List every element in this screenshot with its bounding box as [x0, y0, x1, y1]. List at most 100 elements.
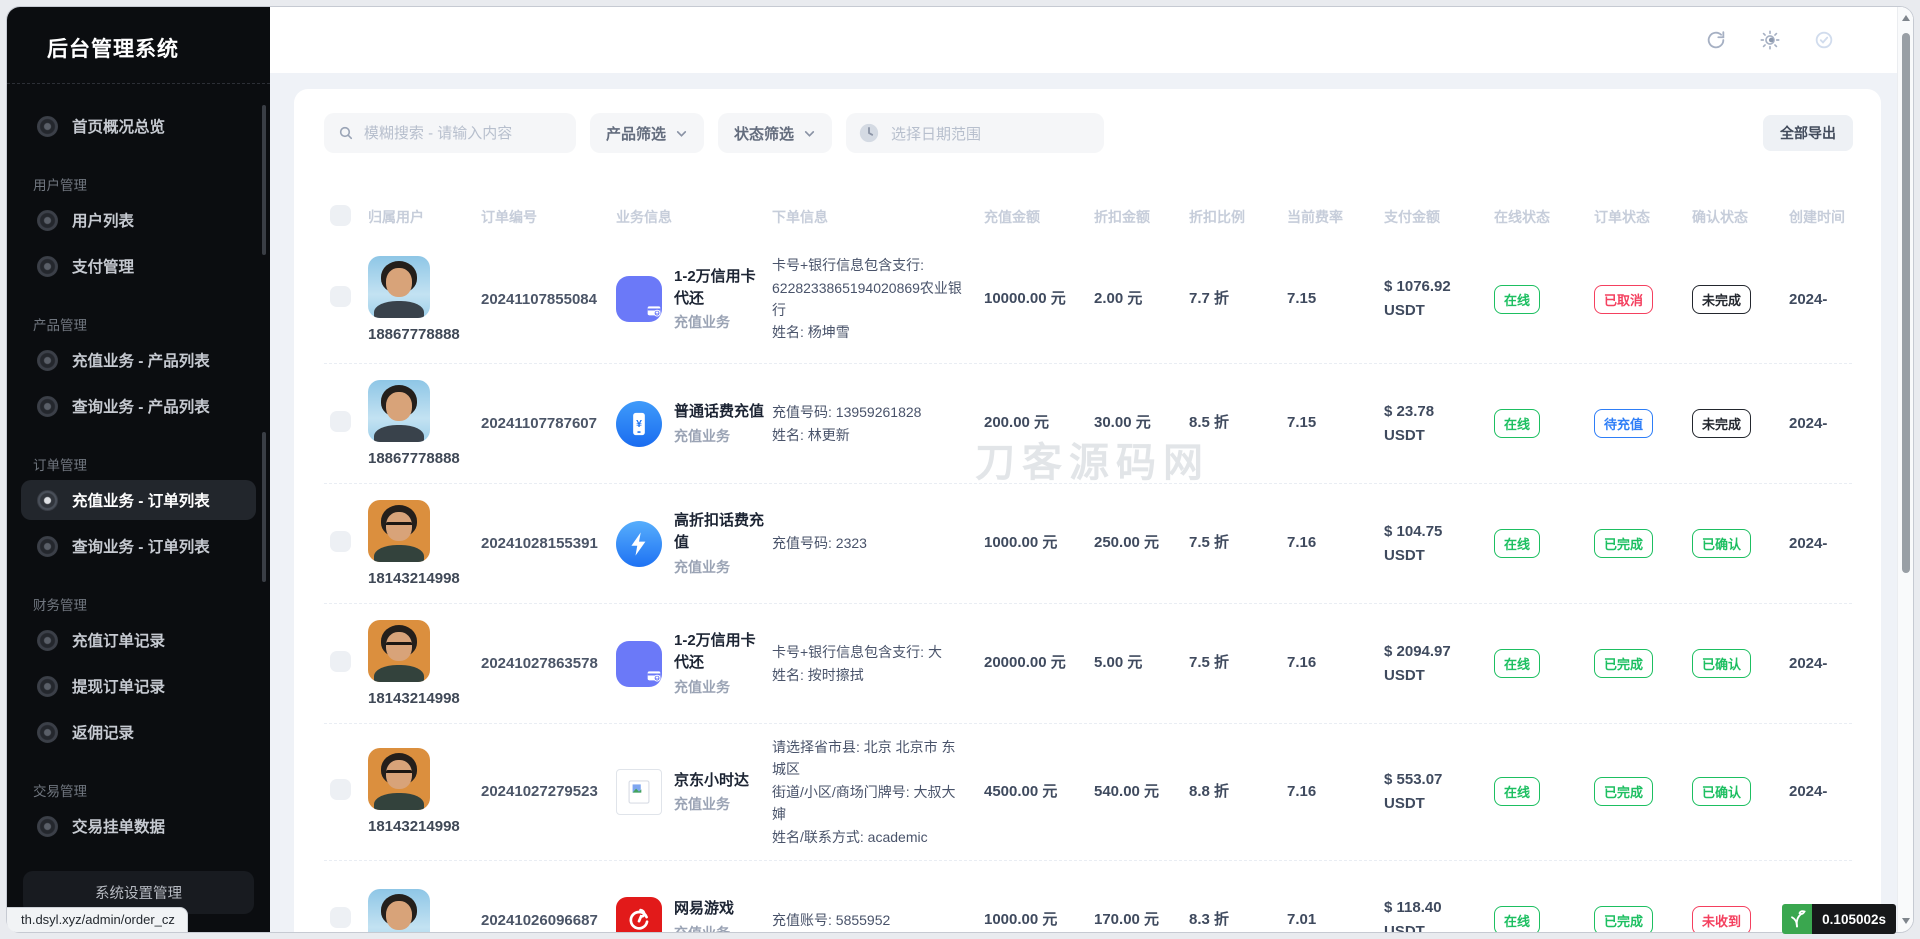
disc-icon — [37, 536, 58, 557]
select-all-checkbox[interactable] — [330, 205, 351, 226]
discount-ratio: 8.8 折 — [1189, 781, 1287, 804]
svg-text:¥: ¥ — [636, 417, 642, 429]
status-filter-select[interactable]: 状态筛选 — [718, 113, 832, 153]
search-input[interactable] — [364, 125, 562, 142]
order-info-line: 姓名: 按时擦拭 — [772, 664, 968, 686]
disc-icon — [37, 676, 58, 697]
user-avatar — [368, 380, 430, 442]
sidebar-item-label: 充值订单记录 — [72, 629, 165, 651]
order-info-line: 充值号码: 2323 — [772, 532, 968, 554]
business-category: 充值业务 — [674, 426, 764, 446]
disc-icon — [37, 816, 58, 837]
disc-icon — [37, 396, 58, 417]
sidebar-section-label: 订单管理 — [33, 454, 256, 474]
business-category: 充值业务 — [674, 677, 764, 697]
recharge-amount: 20000.00 元 — [984, 652, 1094, 675]
netease-icon — [616, 897, 662, 933]
sidebar-item-label: 充值业务 - 产品列表 — [72, 349, 210, 371]
scroll-down-arrow-icon[interactable] — [1902, 918, 1910, 924]
online-status-badge: 在线 — [1494, 529, 1540, 558]
search-icon — [338, 124, 354, 142]
user-avatar — [368, 500, 430, 562]
status-filter-label: 状态筛选 — [734, 123, 794, 144]
sidebar-item[interactable]: 返佣记录 — [21, 712, 256, 752]
card-icon — [616, 641, 662, 687]
row-checkbox[interactable] — [330, 411, 351, 432]
app-title: 后台管理系统 — [7, 7, 270, 83]
chevron-down-icon — [803, 127, 816, 140]
sidebar-item[interactable]: 首页概况总览 — [21, 106, 256, 146]
disc-icon — [37, 490, 58, 511]
sidebar-item[interactable]: 交易挂单数据 — [21, 806, 256, 846]
sidebar: 后台管理系统 首页概况总览用户管理用户列表支付管理产品管理充值业务 - 产品列表… — [7, 7, 270, 932]
sidebar-item[interactable]: 充值业务 - 订单列表 — [21, 480, 256, 520]
order-info-line: 充值账号: 5855952 — [772, 909, 968, 931]
user-phone: 18143214998 — [368, 570, 471, 587]
discount-amount: 30.00 元 — [1094, 412, 1189, 435]
order-number: 20241028155391 — [481, 535, 616, 552]
pay-amount: $ 118.40USDT — [1384, 896, 1494, 933]
check-circle-icon[interactable] — [1813, 29, 1835, 51]
sidebar-scrollbar-thumb[interactable] — [262, 432, 266, 582]
row-checkbox[interactable] — [330, 907, 351, 928]
created-time: 2024- — [1789, 415, 1852, 432]
pay-amount: $ 104.75USDT — [1384, 520, 1494, 568]
row-checkbox[interactable] — [330, 531, 351, 552]
order-number: 20241107787607 — [481, 415, 616, 432]
load-time-value: 0.105002s — [1812, 904, 1896, 934]
refresh-icon[interactable] — [1705, 29, 1727, 51]
user-avatar — [368, 620, 430, 682]
current-rate: 7.16 — [1287, 781, 1384, 804]
column-header: 当前费率 — [1287, 207, 1384, 227]
user-avatar — [368, 748, 430, 810]
sidebar-item[interactable]: 充值业务 - 产品列表 — [21, 340, 256, 380]
created-time: 2024- — [1789, 783, 1852, 800]
date-range-picker[interactable]: 选择日期范围 — [846, 113, 1104, 153]
order-info-line: 卡号+银行信息包含支行: 6228233865194020869农业银行 — [772, 254, 968, 321]
orders-card: 产品筛选 状态筛选 选择日期范围 全部导出 — [294, 89, 1881, 933]
current-rate: 7.01 — [1287, 909, 1384, 932]
row-checkbox[interactable] — [330, 286, 351, 307]
sidebar-item-label: 查询业务 - 订单列表 — [72, 535, 210, 557]
sidebar-scrollbar-thumb[interactable] — [262, 105, 266, 255]
disc-icon — [37, 116, 58, 137]
order-number: 20241107855084 — [481, 291, 616, 308]
sidebar-item[interactable]: 用户列表 — [21, 200, 256, 240]
sidebar-item[interactable]: 提现订单记录 — [21, 666, 256, 706]
current-rate: 7.16 — [1287, 532, 1384, 555]
online-status-badge: 在线 — [1494, 409, 1540, 438]
business-category: 充值业务 — [674, 312, 764, 332]
divider — [7, 83, 270, 84]
disc-icon — [37, 256, 58, 277]
sidebar-item[interactable]: 充值订单记录 — [21, 620, 256, 660]
discount-ratio: 8.5 折 — [1189, 412, 1287, 435]
order-status-badge: 已完成 — [1594, 649, 1653, 678]
order-info-line: 姓名: 林更新 — [772, 424, 968, 446]
row-checkbox[interactable] — [330, 779, 351, 800]
sidebar-item[interactable]: 查询业务 - 订单列表 — [21, 526, 256, 566]
user-phone: 18867778888 — [368, 450, 471, 467]
content-area: 产品筛选 状态筛选 选择日期范围 全部导出 — [270, 73, 1897, 932]
app-window: 后台管理系统 首页概况总览用户管理用户列表支付管理产品管理充值业务 - 产品列表… — [6, 6, 1914, 933]
row-checkbox[interactable] — [330, 651, 351, 672]
pay-amount: $ 553.07USDT — [1384, 768, 1494, 816]
current-rate: 7.16 — [1287, 652, 1384, 675]
scrollbar-thumb[interactable] — [1902, 33, 1910, 573]
user-phone: 18867778888 — [368, 326, 471, 343]
theme-toggle-icon[interactable] — [1759, 29, 1781, 51]
sidebar-section-label: 财务管理 — [33, 594, 256, 614]
page-scrollbar[interactable] — [1897, 7, 1913, 932]
page-load-time-widget[interactable]: 0.105002s — [1782, 904, 1896, 934]
user-phone: 18143214998 — [368, 690, 471, 707]
scroll-up-arrow-icon[interactable] — [1902, 15, 1910, 21]
search-box[interactable] — [324, 113, 576, 153]
export-all-button[interactable]: 全部导出 — [1763, 115, 1853, 151]
product-filter-label: 产品筛选 — [606, 123, 666, 144]
column-header: 在线状态 — [1494, 207, 1594, 227]
main-area: 产品筛选 状态筛选 选择日期范围 全部导出 — [270, 7, 1913, 932]
order-status-badge: 已完成 — [1594, 777, 1653, 806]
sidebar-item[interactable]: 查询业务 - 产品列表 — [21, 386, 256, 426]
product-filter-select[interactable]: 产品筛选 — [590, 113, 704, 153]
sidebar-item[interactable]: 支付管理 — [21, 246, 256, 286]
confirm-status-badge: 未完成 — [1692, 409, 1751, 438]
